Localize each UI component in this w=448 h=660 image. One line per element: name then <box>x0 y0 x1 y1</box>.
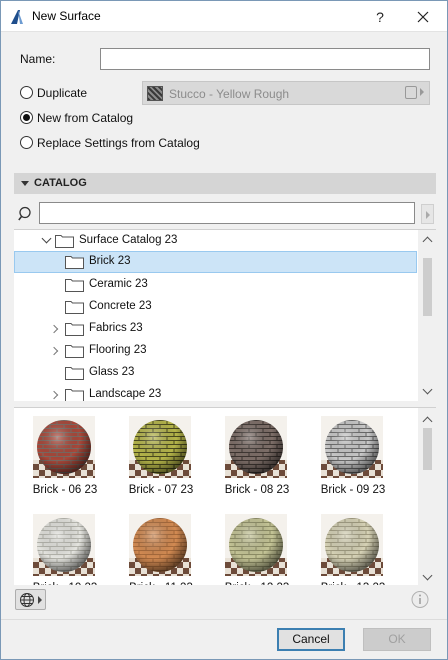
tree-item-label: Glass 23 <box>89 366 135 378</box>
info-icon[interactable] <box>409 589 431 610</box>
tree-item-label: Concrete 23 <box>89 300 152 312</box>
close-icon[interactable] <box>411 6 435 28</box>
tree-item-label: Flooring 23 <box>89 344 147 356</box>
surface-thumbnail-grid: Brick - 06 23 Brick - 07 23 Brick - 08 23 B… <box>14 407 436 585</box>
catalog-tree: Surface Catalog 23 Brick 23 Ceramic 23 C… <box>14 229 436 401</box>
thumbnails-scrollbar[interactable] <box>418 408 436 585</box>
tree-scrollbar[interactable] <box>418 230 436 401</box>
duplicate-surface-name: Stucco - Yellow Rough <box>169 87 290 101</box>
surface-preview-image <box>33 416 95 478</box>
surface-thumbnail[interactable]: Brick - 07 23 <box>127 414 213 506</box>
surface-thumbnail-label: Brick - 10 23 <box>25 582 105 585</box>
surface-thumbnail-label: Brick - 08 23 <box>224 484 290 496</box>
surface-thumbnail[interactable]: Brick - 10 23 <box>31 512 117 585</box>
help-button[interactable]: ? <box>369 6 391 28</box>
surface-picker-icon <box>405 86 417 99</box>
surface-thumbnail[interactable]: Brick - 09 23 <box>319 414 405 506</box>
folder-icon <box>65 389 84 401</box>
chevron-down-icon[interactable] <box>41 233 52 244</box>
surface-thumbnail-label: Brick - 11 23 <box>121 582 201 585</box>
tree-item-fabrics[interactable]: Fabrics 23 <box>14 318 417 340</box>
name-input[interactable] <box>100 48 430 70</box>
search-icon <box>18 206 31 221</box>
surface-thumbnail[interactable]: Brick - 12 23 <box>223 512 309 585</box>
tree-item-label: Landscape 23 <box>89 388 162 400</box>
tree-item-label: Surface Catalog 23 <box>79 234 178 246</box>
tree-item-brick[interactable]: Brick 23 <box>14 251 417 273</box>
folder-icon <box>65 256 84 269</box>
chevron-right-icon[interactable] <box>49 324 59 334</box>
replace-settings-label[interactable]: Replace Settings from Catalog <box>37 136 200 150</box>
new-from-catalog-label[interactable]: New from Catalog <box>37 111 133 125</box>
name-label: Name: <box>20 52 56 66</box>
surface-preview-image <box>129 514 191 576</box>
catalog-title: CATALOG <box>34 177 87 189</box>
surface-thumbnail[interactable]: Brick - 06 23 <box>31 414 117 506</box>
search-options-button[interactable] <box>421 204 434 224</box>
catalog-section-header[interactable]: CATALOG <box>14 173 436 194</box>
ok-button[interactable]: OK <box>363 628 431 651</box>
window-title: New Surface <box>32 9 101 23</box>
surface-thumbnail[interactable]: Brick - 13 23 <box>319 512 405 585</box>
dropdown-arrow-icon <box>38 596 42 604</box>
folder-icon <box>65 345 84 358</box>
scroll-down-icon[interactable] <box>422 570 433 581</box>
cancel-button[interactable]: Cancel <box>277 628 345 651</box>
tree-item-label: Brick 23 <box>89 255 131 267</box>
folder-icon <box>65 323 84 336</box>
tree-item-landscape[interactable]: Landscape 23 <box>14 384 417 401</box>
chevron-right-icon[interactable] <box>49 346 59 356</box>
folder-icon <box>65 301 84 314</box>
catalog-search-input[interactable] <box>39 202 415 224</box>
surface-thumbnail-label: Brick - 06 23 <box>32 484 98 496</box>
picker-arrow-icon <box>420 88 424 96</box>
new-surface-dialog: New Surface ? Name: Duplicate Stucco - Y… <box>0 0 448 660</box>
surface-preview-image <box>33 514 95 576</box>
surface-thumbnail-label: Brick - 13 23 <box>313 582 393 585</box>
scroll-down-icon[interactable] <box>422 384 433 395</box>
surface-preview-image <box>225 514 287 576</box>
thumbnails-scroll-thumb[interactable] <box>423 428 432 470</box>
tree-item-concrete[interactable]: Concrete 23 <box>14 296 417 318</box>
surface-preview-image <box>321 416 383 478</box>
surface-thumbnail-label: Brick - 12 23 <box>217 582 297 585</box>
title-bar: New Surface ? <box>1 1 447 32</box>
chevron-right-icon[interactable] <box>49 390 59 400</box>
surface-thumbnail[interactable]: Brick - 11 23 <box>127 512 213 585</box>
folder-icon <box>55 235 74 248</box>
duplicate-label[interactable]: Duplicate <box>37 86 87 100</box>
tree-item-glass[interactable]: Glass 23 <box>14 362 417 384</box>
tree-item-label: Ceramic 23 <box>89 278 148 290</box>
archicad-app-icon <box>11 10 23 24</box>
surface-preview-image <box>225 416 287 478</box>
scroll-up-icon[interactable] <box>422 236 433 247</box>
globe-icon <box>20 593 34 607</box>
duplicate-surface-field: Stucco - Yellow Rough <box>142 81 430 105</box>
surface-thumbnail-label: Brick - 07 23 <box>128 484 194 496</box>
tree-item-label: Fabrics 23 <box>89 322 143 334</box>
tree-item-ceramic[interactable]: Ceramic 23 <box>14 274 417 296</box>
duplicate-radio[interactable] <box>20 86 33 99</box>
folder-icon <box>65 279 84 292</box>
surface-thumbnail[interactable]: Brick - 08 23 <box>223 414 309 506</box>
tree-item-surface-catalog[interactable]: Surface Catalog 23 <box>14 230 417 252</box>
surface-preview-image <box>129 416 191 478</box>
surface-thumbnail-label: Brick - 09 23 <box>320 484 386 496</box>
footer-separator <box>1 619 447 620</box>
folder-icon <box>65 367 84 380</box>
scroll-up-icon[interactable] <box>422 416 433 427</box>
new-from-catalog-radio[interactable] <box>20 111 33 124</box>
tree-item-flooring[interactable]: Flooring 23 <box>14 340 417 362</box>
global-catalog-button[interactable] <box>15 589 46 610</box>
collapse-triangle-icon <box>21 181 29 186</box>
surface-preview-image <box>321 514 383 576</box>
tree-scroll-thumb[interactable] <box>423 258 432 316</box>
surface-swatch <box>147 86 163 101</box>
replace-settings-radio[interactable] <box>20 136 33 149</box>
